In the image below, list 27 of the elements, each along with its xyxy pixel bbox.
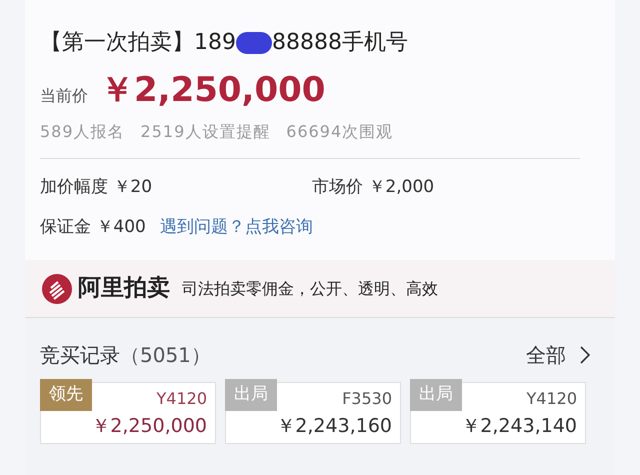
bidder-code: F3530 (342, 388, 392, 410)
stat-text: 589人报名 (40, 121, 125, 143)
page-title: 【第一次拍卖】189 (40, 29, 236, 57)
bid-amount: ￥2,250,000 (91, 414, 207, 438)
bid-status-tag: 领先 (40, 379, 92, 411)
deposit-text: 保证金 ￥400 (40, 216, 146, 238)
page-title: 88888手机号 (272, 29, 408, 57)
current-price: ￥2,250,000 (100, 69, 326, 112)
chevron-right-icon (580, 346, 590, 364)
detail-text: 市场价 ￥2,000 (312, 176, 436, 199)
brand-name: 阿里拍卖 (78, 274, 170, 304)
brand-slogan: 司法拍卖零佣金，公开、透明、高效 (182, 278, 438, 300)
view-all-link[interactable]: 全部 (526, 340, 590, 370)
bidder-code: Y4120 (156, 388, 207, 410)
bid-amount: ￥2,243,140 (461, 414, 577, 438)
bid-status-tag: 出局 (410, 379, 462, 411)
bid-count: （5051） (120, 342, 211, 369)
bidder-code: Y4120 (526, 388, 577, 410)
help-link[interactable]: 遇到问题？点我咨询 (160, 214, 313, 240)
bid-records-title: 竞买记录 (40, 342, 120, 369)
price-label: 当前价 (40, 85, 88, 107)
brand-logo-icon (42, 274, 72, 304)
bid-status-tag: 出局 (225, 379, 277, 411)
detail-text: 加价幅度 ￥20 (40, 176, 154, 199)
bid-amount: ￥2,243,160 (276, 414, 392, 438)
stat-text: 66694次围观 (286, 121, 394, 143)
stat-text: 2519人设置提醒 (140, 121, 270, 143)
